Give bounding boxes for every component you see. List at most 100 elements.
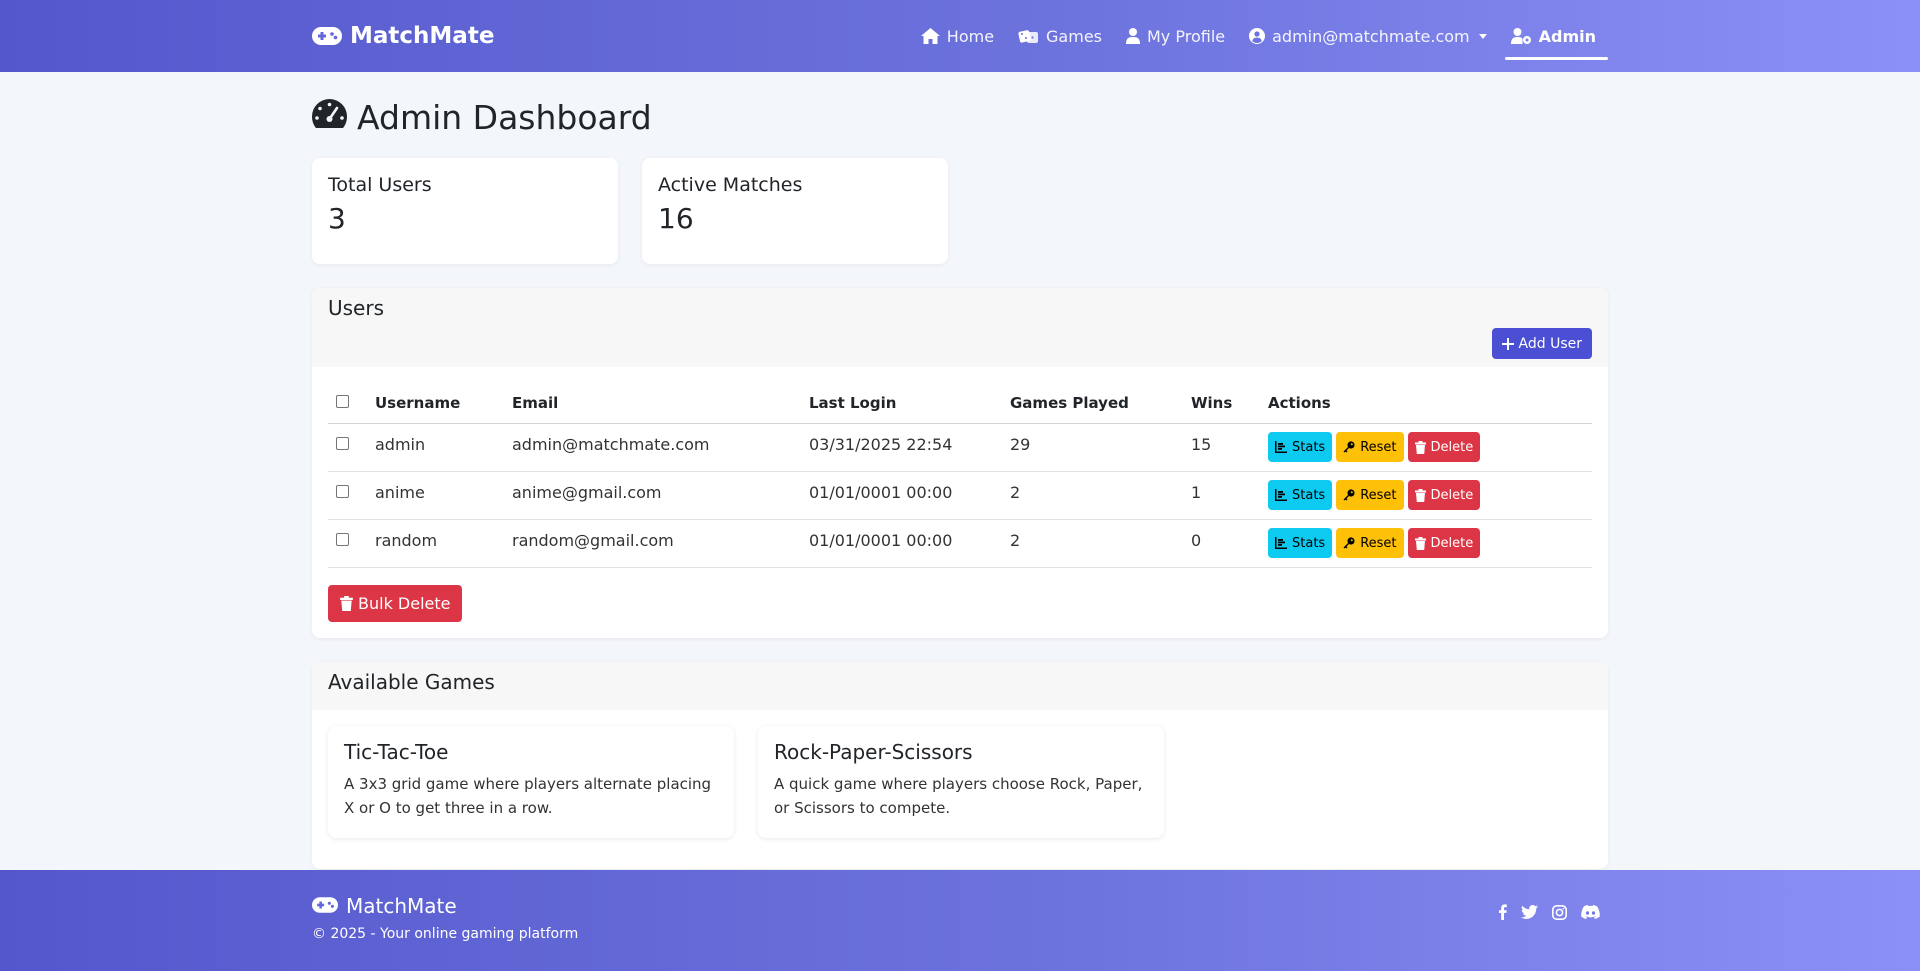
nav-item-games[interactable]: Games	[1006, 0, 1114, 72]
delete-button[interactable]: Delete	[1407, 432, 1481, 462]
column-header-actions: Actions	[1261, 383, 1592, 424]
row-checkbox[interactable]	[336, 484, 349, 498]
page-title: Admin Dashboard	[312, 96, 1608, 138]
delete-label: Delete	[1430, 439, 1474, 455]
facebook-icon[interactable]	[1499, 904, 1507, 920]
games-title: Available Games	[328, 669, 495, 694]
trash-icon	[1414, 440, 1426, 454]
key-icon	[1343, 489, 1355, 501]
table-row: random random@gmail.com 01/01/0001 00:00…	[328, 519, 1592, 568]
key-icon	[1343, 537, 1355, 549]
stats-button[interactable]: Stats	[1268, 432, 1333, 462]
username-text: anime	[375, 482, 425, 502]
table-row: admin admin@matchmate.com 03/31/2025 22:…	[328, 423, 1592, 472]
cell-email: random@gmail.com	[505, 519, 802, 568]
game-title: Tic-Tac-Toe	[344, 739, 449, 764]
nav-item-admin[interactable]: Admin	[1499, 0, 1609, 72]
twitter-icon[interactable]	[1521, 905, 1538, 919]
row-select-cell	[328, 423, 368, 472]
cell-email: admin@matchmate.com	[505, 423, 802, 472]
row-select-cell	[328, 471, 368, 520]
table-row: anime anime@gmail.com 01/01/0001 00:00 2…	[328, 471, 1592, 520]
reset-button[interactable]: Reset	[1336, 432, 1404, 462]
email-text: random@gmail.com	[512, 530, 674, 550]
user-icon	[1126, 28, 1140, 44]
row-checkbox[interactable]	[336, 436, 349, 450]
user-cog-icon	[1510, 28, 1532, 44]
chart-icon	[1275, 537, 1287, 549]
cell-wins: 15	[1184, 423, 1261, 472]
nav-item-account-dropdown[interactable]: admin@matchmate.com	[1237, 0, 1499, 72]
trash-icon	[1414, 488, 1426, 502]
cell-username: admin	[368, 423, 505, 472]
stats-button[interactable]: Stats	[1268, 480, 1333, 510]
reset-button[interactable]: Reset	[1336, 528, 1404, 558]
users-card-body: Username Email Last Login Games Played W…	[312, 367, 1608, 638]
row-checkbox[interactable]	[336, 532, 349, 546]
game-title: Rock-Paper-Scissors	[774, 739, 973, 764]
select-all-checkbox[interactable]	[336, 394, 349, 408]
key-icon	[1343, 441, 1355, 453]
game-card-rock-paper-scissors[interactable]: Rock-Paper-Scissors A quick game where p…	[758, 725, 1164, 838]
column-header-username: Username	[368, 383, 505, 424]
username-text: random	[375, 530, 438, 550]
wins-text: 1	[1191, 482, 1202, 502]
reset-label: Reset	[1360, 535, 1397, 551]
reset-button[interactable]: Reset	[1336, 480, 1404, 510]
stats-button[interactable]: Stats	[1268, 528, 1333, 558]
footer: MatchMate © 2025 - Your online gaming pl…	[0, 870, 1920, 971]
chevron-down-icon	[1478, 33, 1487, 39]
nav-item-profile[interactable]: My Profile	[1114, 0, 1237, 72]
delete-label: Delete	[1430, 535, 1474, 551]
brand-link[interactable]: MatchMate	[312, 23, 494, 49]
footer-copyright: © 2025 - Your online gaming platform	[312, 926, 579, 942]
main-content: Admin Dashboard Total Users 3 Active Mat…	[312, 96, 1608, 869]
navbar: MatchMate Home Games My Profile admin@ma…	[0, 0, 1920, 72]
games-played-text: 2	[1010, 482, 1021, 502]
footer-brand-name: MatchMate	[346, 894, 457, 918]
chart-icon	[1275, 441, 1287, 453]
delete-button[interactable]: Delete	[1407, 528, 1481, 558]
game-description: A quick game where players choose Rock, …	[774, 774, 1143, 817]
bulk-delete-button[interactable]: Bulk Delete	[328, 584, 463, 622]
trash-icon	[340, 595, 353, 611]
discord-icon[interactable]	[1581, 905, 1600, 919]
cell-games-played: 2	[1003, 519, 1184, 568]
cell-wins: 0	[1184, 519, 1261, 568]
cell-actions: Stats Reset Delete	[1261, 423, 1592, 472]
home-icon	[920, 28, 940, 44]
dice-icon	[1018, 28, 1039, 44]
stat-card-total-users: Total Users 3	[312, 158, 618, 264]
reset-label: Reset	[1360, 487, 1397, 503]
stat-label: Active Matches	[658, 174, 803, 196]
cell-username: random	[368, 519, 505, 568]
nav-item-label: admin@matchmate.com	[1272, 26, 1470, 46]
column-header-wins: Wins	[1184, 383, 1261, 424]
last-login-text: 01/01/0001 00:00	[809, 530, 953, 550]
games-played-text: 2	[1010, 530, 1021, 550]
stat-value: 16	[658, 202, 694, 235]
games-list: Tic-Tac-Toe A 3x3 grid game where player…	[312, 710, 1608, 869]
delete-button[interactable]: Delete	[1407, 480, 1481, 510]
cell-username: anime	[368, 471, 505, 520]
add-user-label: Add User	[1518, 335, 1582, 352]
bulk-delete-label: Bulk Delete	[358, 593, 451, 613]
games-card: Available Games Tic-Tac-Toe A 3x3 grid g…	[312, 661, 1608, 869]
instagram-icon[interactable]	[1552, 904, 1567, 920]
add-user-button[interactable]: Add User	[1491, 328, 1592, 359]
plus-icon	[1501, 337, 1514, 350]
column-header-games-played: Games Played	[1003, 383, 1184, 424]
stats-label: Stats	[1292, 487, 1326, 503]
cell-actions: Stats Reset Delete	[1261, 519, 1592, 568]
users-card: Users Add User Username Email Last Login…	[312, 288, 1608, 638]
page-title-text: Admin Dashboard	[357, 97, 652, 137]
nav-item-label: Games	[1046, 26, 1102, 46]
nav-item-label: Admin	[1538, 26, 1596, 46]
nav-item-home[interactable]: Home	[909, 0, 1006, 72]
email-text: anime@gmail.com	[512, 482, 662, 502]
game-card-tic-tac-toe[interactable]: Tic-Tac-Toe A 3x3 grid game where player…	[328, 725, 734, 838]
cell-wins: 1	[1184, 471, 1261, 520]
stats-label: Stats	[1292, 535, 1326, 551]
email-text: admin@matchmate.com	[512, 434, 710, 454]
games-played-text: 29	[1010, 434, 1031, 454]
